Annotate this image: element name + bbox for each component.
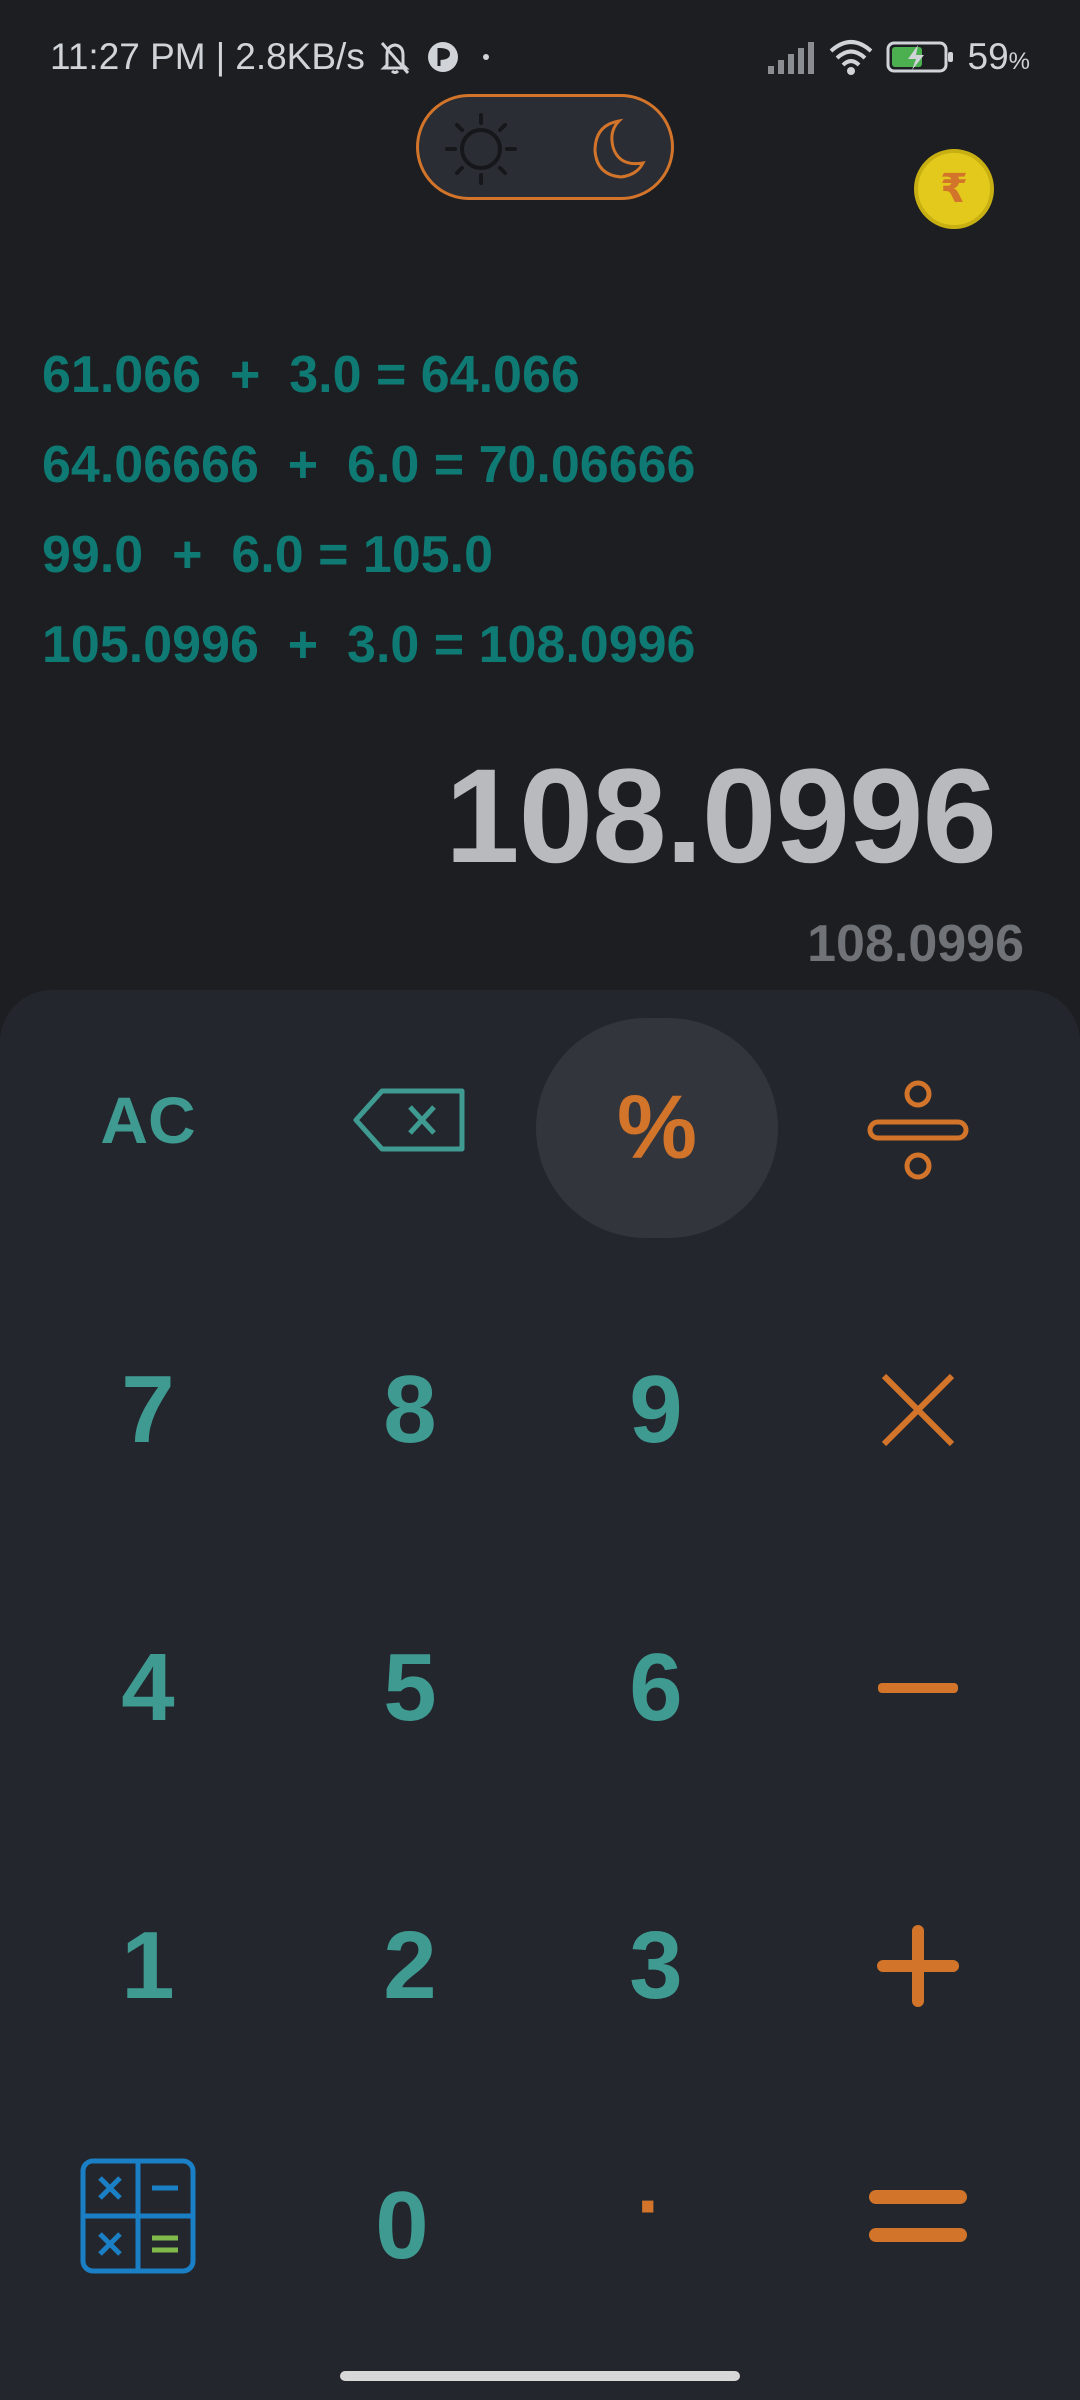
calculation-history: 61.066 + 3.0 = 64.066 64.06666 + 6.0 = 7… (42, 330, 1042, 690)
divide-button[interactable] (818, 1050, 1018, 1210)
history-line[interactable]: 61.066 + 3.0 = 64.066 (42, 330, 1042, 420)
clear-button[interactable]: AC (48, 1050, 248, 1190)
home-indicator[interactable] (340, 2371, 740, 2381)
percent-button[interactable]: % (536, 1018, 778, 1238)
calculator-screen: 11:27 PM | 2.8KB/s 59% ₹ 61.066 + 3.0 = … (0, 0, 1080, 2400)
status-right: 59% (766, 36, 1031, 78)
rupee-coin-button[interactable]: ₹ (914, 149, 994, 229)
theme-toggle[interactable] (416, 94, 674, 200)
plus-button[interactable] (818, 1896, 1018, 2036)
digit-7-button[interactable]: 7 (48, 1340, 248, 1480)
status-left: 11:27 PM | 2.8KB/s (50, 36, 501, 78)
status-net-speed: 2.8KB/s (235, 36, 365, 77)
dot-icon (471, 47, 501, 67)
minus-icon (876, 1681, 960, 1695)
calculator-mode-button[interactable] (48, 2146, 228, 2286)
digit-9-button[interactable]: 9 (556, 1340, 756, 1480)
result-display: 108.0996 (445, 742, 997, 891)
battery-percent: 59% (967, 36, 1031, 77)
status-separator: | (215, 36, 226, 77)
digit-2-button[interactable]: 2 (310, 1896, 510, 2036)
backspace-icon (352, 1087, 468, 1153)
divide-icon (866, 1080, 970, 1180)
wifi-icon (828, 39, 874, 75)
battery-charging-icon (886, 39, 956, 75)
digit-5-button[interactable]: 5 (310, 1618, 510, 1758)
equals-button[interactable] (818, 2146, 1018, 2286)
digit-3-button[interactable]: 3 (556, 1896, 756, 2036)
digit-8-button[interactable]: 8 (310, 1340, 510, 1480)
backspace-button[interactable] (310, 1050, 510, 1190)
history-line[interactable]: 99.0 + 6.0 = 105.0 (42, 510, 1042, 600)
status-time: 11:27 PM (50, 36, 206, 77)
digit-0-button[interactable]: 0 (302, 2156, 502, 2296)
moon-icon[interactable] (579, 113, 651, 190)
app-notification-icon (425, 39, 461, 75)
signal-icon (766, 40, 816, 74)
digit-1-button[interactable]: 1 (48, 1896, 248, 2036)
digit-4-button[interactable]: 4 (48, 1618, 248, 1758)
rupee-symbol: ₹ (940, 167, 968, 211)
keypad: AC % 7 8 9 4 5 6 1 2 3 0 · (0, 990, 1080, 2400)
equals-icon (867, 2188, 969, 2244)
decimal-button[interactable]: · (550, 2136, 750, 2276)
result-preview: 108.0996 (807, 915, 1024, 973)
sun-icon[interactable] (445, 113, 517, 190)
calculator-mode-icon (80, 2158, 196, 2274)
minus-button[interactable] (818, 1618, 1018, 1758)
history-line[interactable]: 64.06666 + 6.0 = 70.06666 (42, 420, 1042, 510)
multiply-icon (880, 1372, 956, 1448)
history-line[interactable]: 105.0996 + 3.0 = 108.0996 (42, 600, 1042, 690)
mute-bell-icon (375, 37, 415, 77)
digit-6-button[interactable]: 6 (556, 1618, 756, 1758)
plus-icon (875, 1923, 961, 2009)
multiply-button[interactable] (818, 1340, 1018, 1480)
